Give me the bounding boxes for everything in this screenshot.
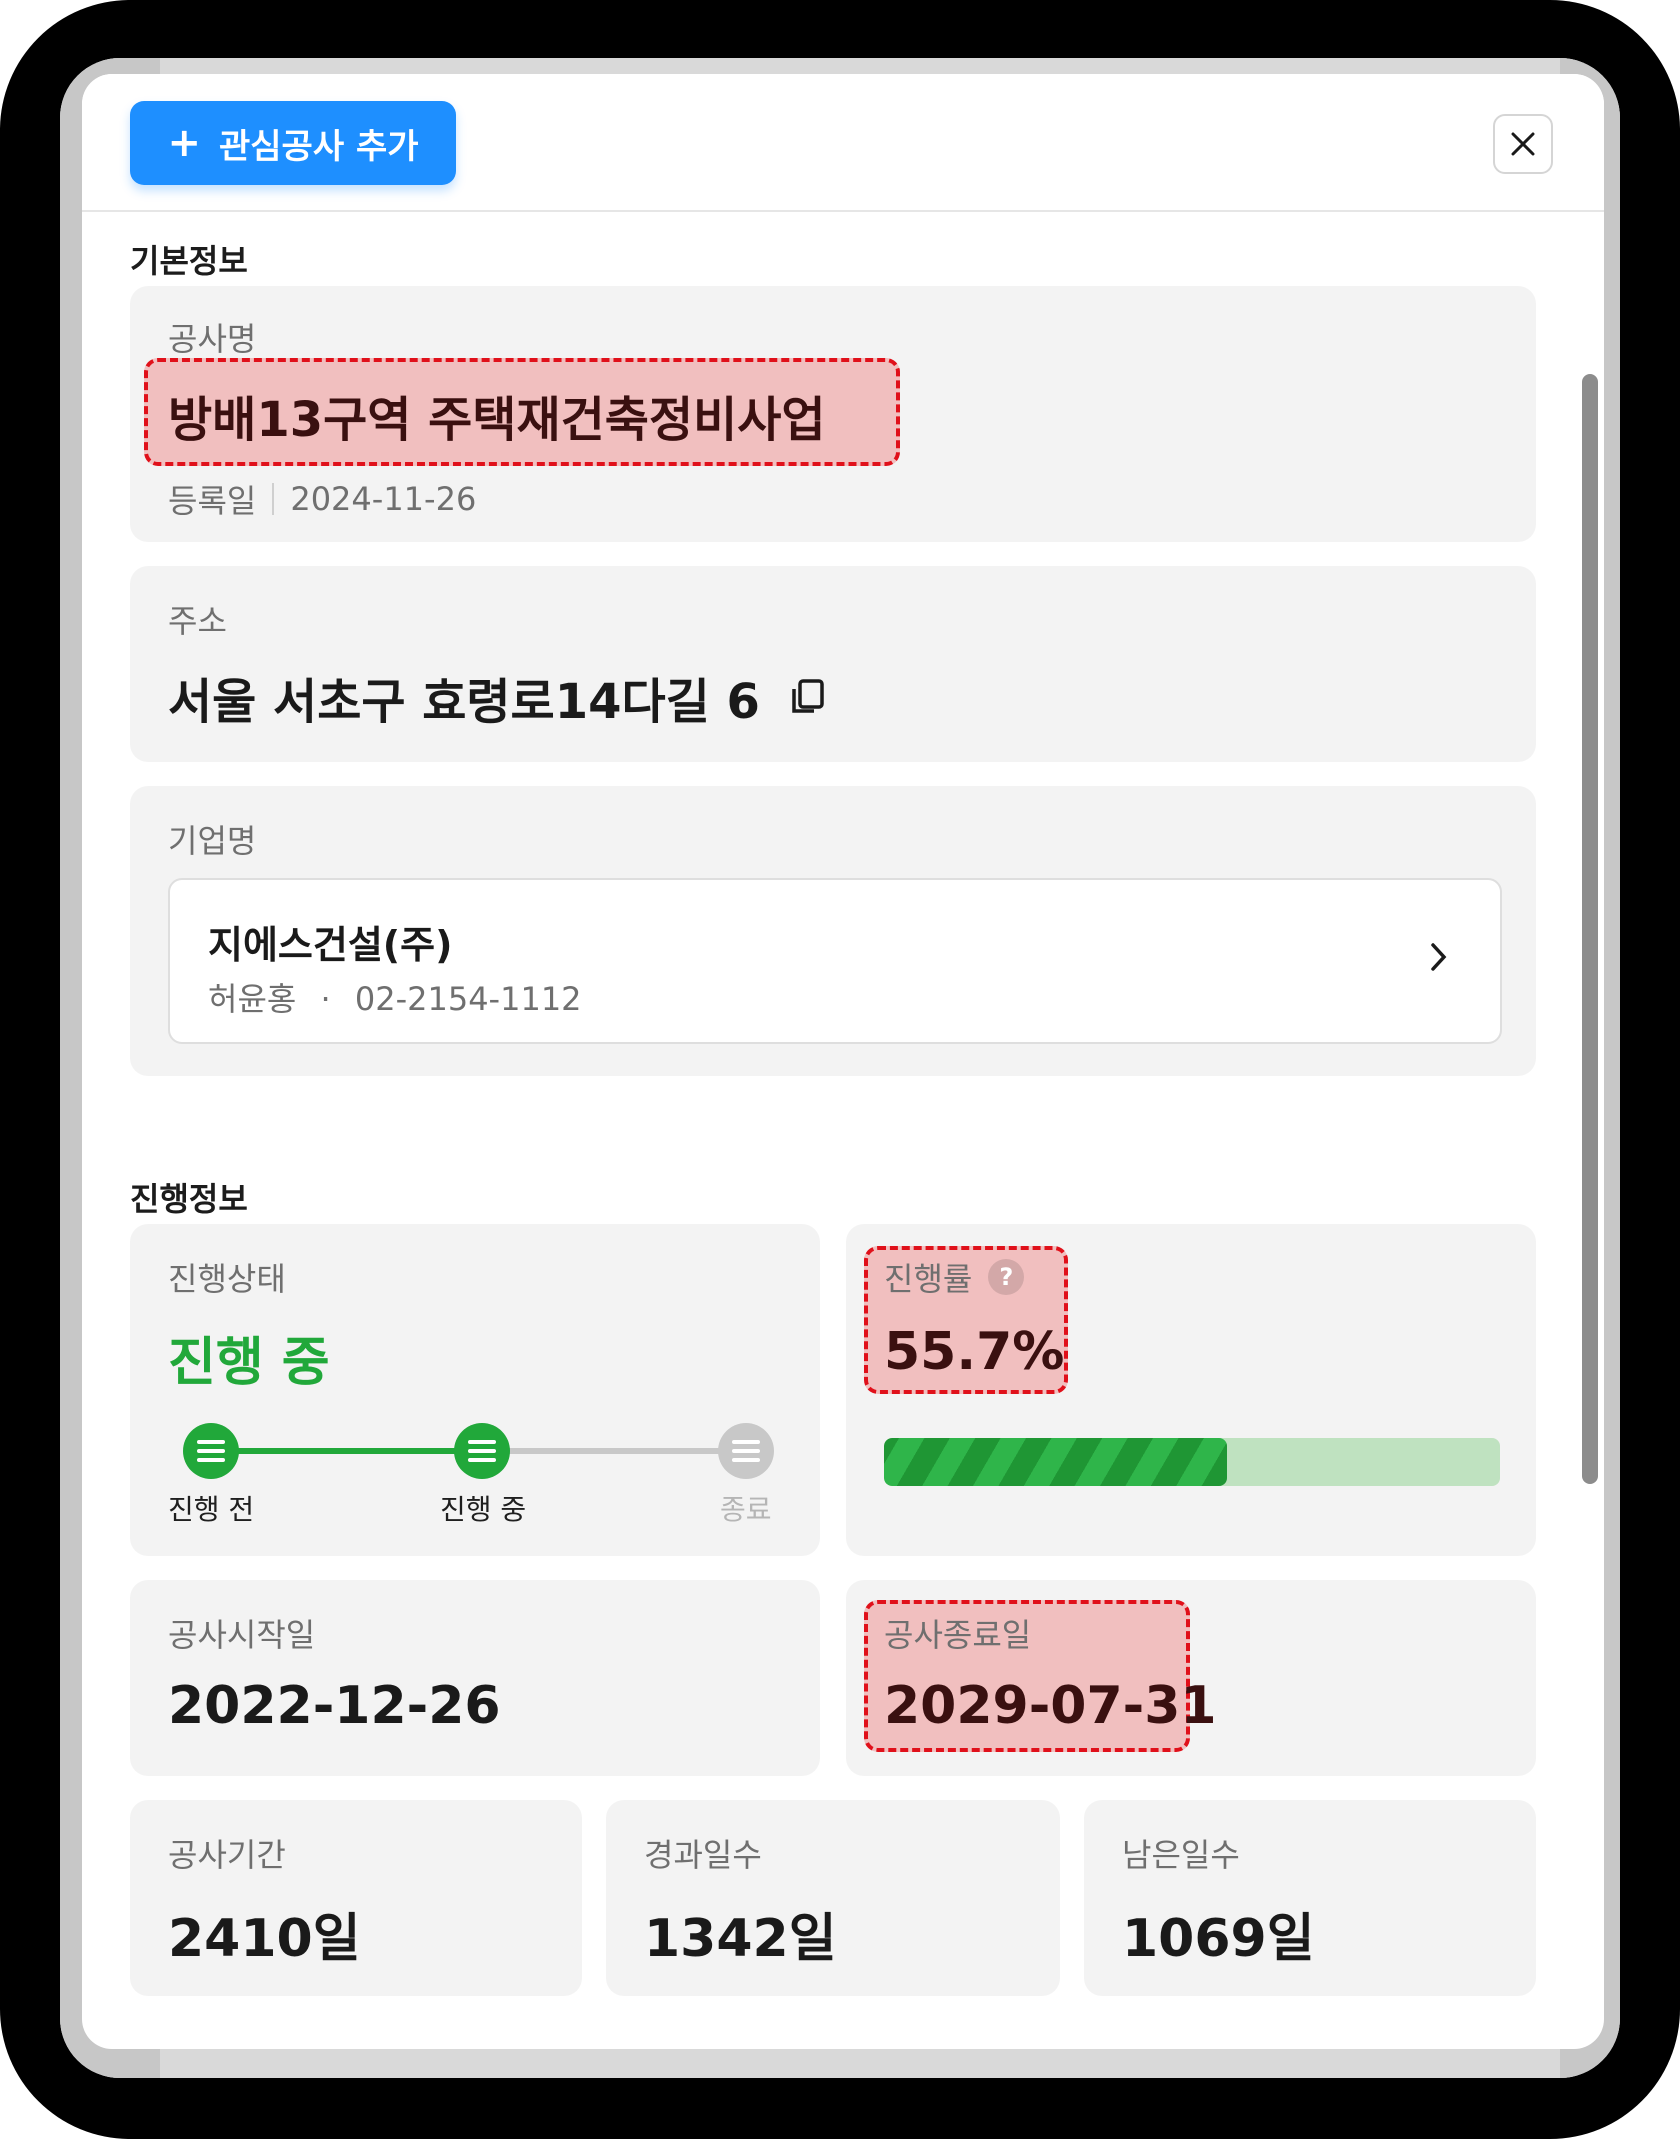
- step-line-done: [220, 1448, 470, 1454]
- elapsed-label: 경과일수: [644, 1836, 762, 1874]
- remaining-card: 남은일수 1069일: [1084, 1800, 1536, 1996]
- duration-label: 공사기간: [168, 1836, 286, 1874]
- progress-info-title: 진행정보: [130, 1180, 248, 1218]
- status-label: 진행상태: [168, 1260, 286, 1298]
- add-interest-project-label: 관심공사 추가: [218, 126, 419, 167]
- project-detail-modal: + 관심공사 추가 기본정보 공사명 방배13구역 주택재건축정비사업 등록일: [82, 74, 1604, 2049]
- divider: [272, 483, 275, 515]
- project-name-card: 공사명 방배13구역 주택재건축정비사업 등록일 2024-11-26: [130, 286, 1536, 542]
- registered-row: 등록일 2024-11-26: [168, 476, 476, 522]
- step-label-finished: 종료: [720, 1493, 772, 1526]
- status-value: 진행 중: [168, 1333, 330, 1393]
- start-date-value: 2022-12-26: [168, 1676, 501, 1736]
- remaining-label: 남은일수: [1122, 1836, 1240, 1874]
- address-label: 주소: [168, 602, 227, 640]
- step-label-in-progress: 진행 중: [440, 1493, 527, 1526]
- remaining-value: 1069일: [1122, 1909, 1315, 1969]
- plus-icon: +: [167, 120, 201, 166]
- duration-value: 2410일: [168, 1909, 361, 1969]
- company-card: 기업명 지에스건설(주) 허윤홍 · 02-2154-1112: [130, 786, 1536, 1076]
- status-card: 진행상태 진행 중 진행 전 진행 중 종료: [130, 1224, 820, 1556]
- company-separator: ·: [320, 980, 331, 1018]
- progress-bar-fill: [884, 1438, 1228, 1486]
- start-date-card: 공사시작일 2022-12-26: [130, 1580, 820, 1776]
- close-button[interactable]: [1493, 114, 1553, 174]
- progress-rate-card: 진행률 ? 55.7%: [846, 1224, 1536, 1556]
- question-icon[interactable]: ?: [988, 1259, 1025, 1295]
- registered-label: 등록일: [168, 482, 257, 520]
- step-dot-in-progress: [454, 1423, 510, 1479]
- company-contact: 허윤홍 · 02-2154-1112: [208, 974, 582, 1020]
- scrollbar[interactable]: [1582, 374, 1598, 1484]
- address-value: 서울 서초구 효령로14다길 6: [168, 674, 760, 730]
- progress-rate-label-row: 진행률 ?: [884, 1254, 1025, 1300]
- step-dot-before: [183, 1423, 239, 1479]
- project-name-label: 공사명: [168, 320, 257, 358]
- project-name: 방배13구역 주택재건축정비사업: [168, 392, 826, 448]
- progress-bar: [884, 1438, 1500, 1486]
- company-label: 기업명: [168, 822, 257, 860]
- company-contact-name: 허윤홍: [208, 980, 297, 1018]
- modal-header: + 관심공사 추가: [82, 74, 1604, 212]
- progress-rate-label: 진행률: [884, 1260, 973, 1298]
- address-row: 서울 서초구 효령로14다길 6: [168, 662, 828, 732]
- elapsed-card: 경과일수 1342일: [606, 1800, 1060, 1996]
- start-date-label: 공사시작일: [168, 1616, 316, 1654]
- company-phone: 02-2154-1112: [354, 980, 582, 1018]
- end-date-value: 2029-07-31: [884, 1676, 1217, 1736]
- end-date-card: 공사종료일 2029-07-31: [846, 1580, 1536, 1776]
- progress-rate-value: 55.7%: [884, 1322, 1065, 1382]
- company-link[interactable]: 지에스건설(주) 허윤홍 · 02-2154-1112: [168, 878, 1502, 1044]
- company-name: 지에스건설(주): [208, 923, 453, 967]
- step-dot-finished: [718, 1423, 774, 1479]
- elapsed-value: 1342일: [644, 1909, 837, 1969]
- close-icon: [1511, 132, 1535, 156]
- chevron-right-icon: [1431, 943, 1447, 971]
- step-label-before: 진행 전: [168, 1493, 255, 1526]
- basic-info-title: 기본정보: [130, 242, 248, 280]
- end-date-label: 공사종료일: [884, 1616, 1032, 1654]
- device-frame: + 관심공사 추가 기본정보 공사명 방배13구역 주택재건축정비사업 등록일: [0, 0, 1680, 2139]
- copy-icon[interactable]: [788, 677, 828, 717]
- add-interest-project-button[interactable]: + 관심공사 추가: [130, 101, 456, 185]
- address-card: 주소 서울 서초구 효령로14다길 6: [130, 566, 1536, 762]
- registered-date: 2024-11-26: [290, 480, 477, 518]
- duration-card: 공사기간 2410일: [130, 1800, 582, 1996]
- modal-content[interactable]: 기본정보 공사명 방배13구역 주택재건축정비사업 등록일 2024-11-26…: [82, 214, 1604, 2049]
